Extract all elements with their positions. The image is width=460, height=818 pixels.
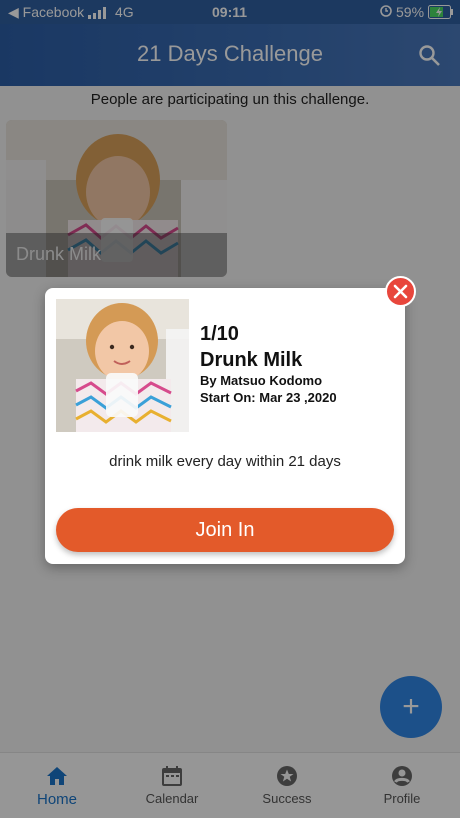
close-dialog-button[interactable]	[385, 276, 416, 307]
join-in-button[interactable]: Join In	[56, 508, 394, 552]
close-icon	[393, 284, 408, 299]
challenge-name: Drunk Milk	[200, 349, 303, 371]
challenge-description: drink milk every day within 21 days	[109, 453, 341, 470]
challenge-dialog-photo	[56, 299, 189, 432]
challenge-dialog: 1/10 Drunk Milk By Matsuo Kodomo Start O…	[45, 288, 405, 564]
challenge-author: By Matsuo Kodomo	[200, 373, 323, 388]
start-date-value: Mar 23 ,2020	[259, 390, 337, 405]
participant-count: 1/10	[200, 323, 239, 345]
start-date-row: Start On: Mar 23 ,2020	[200, 389, 337, 406]
challenge-info: 1/10 Drunk Milk By Matsuo Kodomo Start O…	[200, 322, 337, 406]
start-date-label: Start On:	[200, 390, 256, 405]
